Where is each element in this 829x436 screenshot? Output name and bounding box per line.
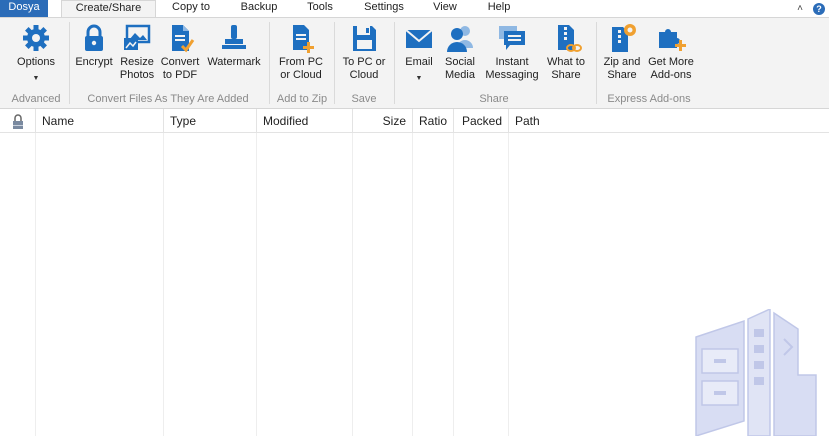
help-icon[interactable]: ?	[813, 2, 825, 15]
watermark-button[interactable]: Watermark	[204, 22, 264, 69]
column-header-ratio[interactable]: Ratio	[413, 109, 454, 133]
convert-pdf-label: Convert to PDF	[160, 56, 200, 81]
encrypt-button[interactable]: Encrypt	[72, 22, 116, 69]
separator	[394, 22, 395, 104]
collapse-ribbon-icon[interactable]: ˄	[797, 3, 803, 14]
resize-photos-button[interactable]: Resize Photos	[116, 22, 158, 82]
zip-share-icon	[612, 24, 636, 52]
to-pc-cloud-label: To PC or Cloud	[342, 56, 386, 81]
column-divider	[453, 133, 454, 436]
gear-icon	[23, 25, 49, 51]
options-button[interactable]: Options ▼	[6, 22, 66, 83]
options-label: Options	[17, 56, 55, 68]
column-divider	[508, 133, 509, 436]
add-file-icon	[293, 25, 314, 53]
watermark-label: Watermark	[207, 56, 261, 68]
resize-photos-label: Resize Photos	[119, 56, 155, 81]
ribbon: Options ▼ Encrypt Resize Photos Convert …	[0, 17, 829, 109]
group-label-convert: Convert Files As They Are Added	[87, 93, 249, 105]
column-header-modified[interactable]: Modified	[257, 109, 353, 133]
puzzle-icon	[659, 29, 686, 51]
group-label-add-to-zip: Add to Zip	[276, 93, 328, 105]
column-divider	[412, 133, 413, 436]
from-pc-cloud-label: From PC or Cloud	[279, 56, 323, 81]
tab-tools[interactable]: Tools	[296, 0, 344, 17]
email-button[interactable]: Email ▼	[398, 22, 440, 83]
window-controls: ˄ ?	[797, 0, 825, 17]
separator	[334, 22, 335, 104]
column-header-name[interactable]: Name	[36, 109, 164, 133]
column-header-type[interactable]: Type	[164, 109, 257, 133]
zip-and-share-button[interactable]: Zip and Share	[600, 22, 644, 82]
encryption-column-icon	[12, 114, 23, 129]
photo-icon	[124, 24, 151, 50]
separator	[269, 22, 270, 104]
encrypt-label: Encrypt	[75, 56, 113, 68]
menu-bar: Dosya Create/Share Copy to Backup Tools …	[0, 0, 829, 17]
column-header-size[interactable]: Size	[353, 109, 413, 133]
options-dropdown-icon: ▼	[32, 75, 40, 82]
separator	[69, 22, 70, 104]
floppy-disk-icon	[353, 26, 376, 51]
file-menu[interactable]: Dosya	[0, 0, 48, 17]
social-media-label: Social Media	[445, 56, 475, 81]
column-divider	[256, 133, 257, 436]
from-pc-cloud-button[interactable]: From PC or Cloud	[274, 22, 328, 82]
convert-pdf-button[interactable]: Convert to PDF	[158, 22, 202, 82]
tab-copy-to[interactable]: Copy to	[160, 0, 222, 17]
get-more-addons-label: Get More Add-ons	[648, 56, 694, 81]
tab-create-share[interactable]: Create/Share	[61, 0, 156, 17]
envelope-icon	[405, 29, 433, 48]
zip-and-share-label: Zip and Share	[603, 56, 641, 81]
instant-messaging-button[interactable]: Instant Messaging	[482, 22, 542, 82]
winzip-watermark-icon	[695, 309, 817, 436]
column-divider	[352, 133, 353, 436]
what-to-share-button[interactable]: What to Share	[542, 22, 590, 82]
tab-view[interactable]: View	[424, 0, 466, 17]
zip-link-icon	[558, 25, 582, 52]
to-pc-cloud-button[interactable]: To PC or Cloud	[337, 22, 391, 82]
get-more-addons-button[interactable]: Get More Add-ons	[644, 22, 698, 82]
chat-bubble-icon	[499, 26, 525, 50]
group-label-express-addons: Express Add-ons	[607, 93, 691, 105]
email-label: Email	[405, 56, 433, 68]
column-header-packed[interactable]: Packed	[454, 109, 509, 133]
column-divider	[35, 133, 36, 436]
pdf-document-icon	[172, 25, 195, 53]
tab-backup[interactable]: Backup	[228, 0, 290, 17]
email-dropdown-icon: ▼	[415, 75, 423, 82]
people-icon	[447, 26, 473, 52]
lock-icon	[85, 24, 103, 51]
group-label-advanced: Advanced	[11, 93, 61, 105]
column-divider	[163, 133, 164, 436]
instant-messaging-label: Instant Messaging	[485, 56, 539, 81]
column-header-lock[interactable]	[0, 109, 36, 133]
column-header-path[interactable]: Path	[509, 109, 829, 133]
stamp-icon	[222, 25, 246, 49]
group-label-save: Save	[351, 93, 377, 105]
tab-settings[interactable]: Settings	[353, 0, 415, 17]
separator	[596, 22, 597, 104]
what-to-share-label: What to Share	[547, 56, 585, 81]
tab-help[interactable]: Help	[478, 0, 520, 17]
social-media-button[interactable]: Social Media	[440, 22, 480, 82]
group-label-share: Share	[479, 93, 509, 105]
